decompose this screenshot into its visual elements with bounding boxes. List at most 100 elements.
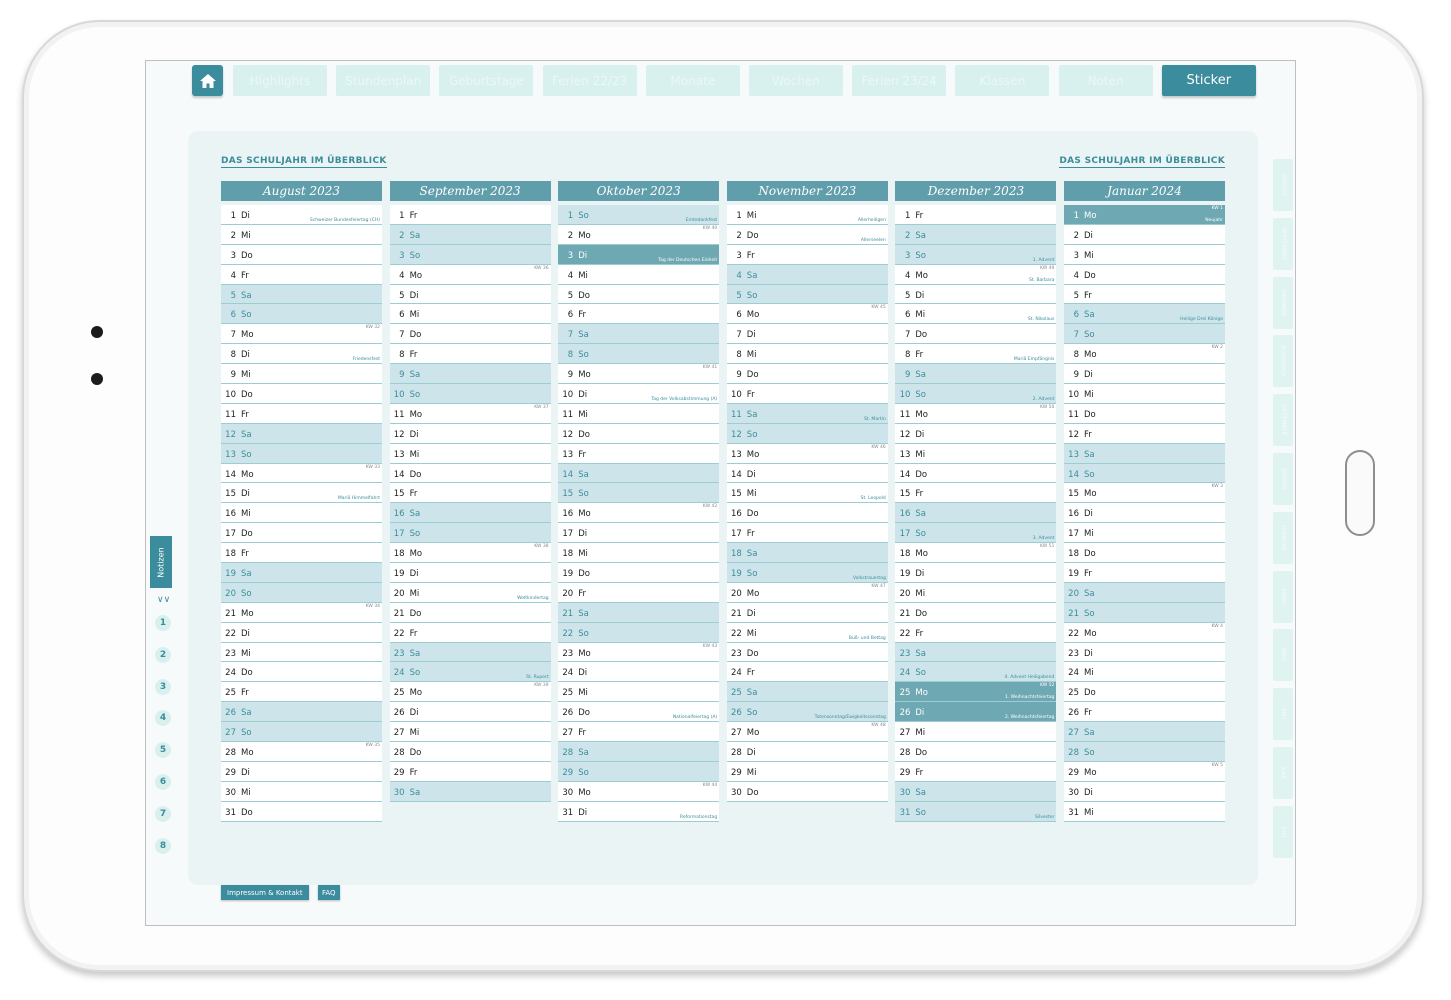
day-row[interactable]: 22 Fr [389, 622, 551, 643]
day-row[interactable]: 23 Mi [221, 642, 382, 663]
day-row[interactable]: 16 Di [1064, 503, 1225, 524]
side-tab-month[interactable]: AUGUST [1273, 159, 1293, 211]
day-row[interactable]: 19 Fr [1064, 563, 1225, 583]
day-row[interactable]: 26 So Totensonntag/Ewigkeitssonntag [726, 702, 888, 723]
day-row[interactable]: 23 Sa [895, 642, 1057, 663]
notes-page-link[interactable]: 1 [155, 615, 171, 631]
day-row[interactable]: 11 Mi [558, 403, 720, 424]
day-row[interactable]: 23 Do [726, 642, 888, 663]
day-row[interactable]: 7 Mo KW 32 [221, 324, 382, 345]
day-row[interactable]: 6 Fr [558, 304, 720, 325]
day-row[interactable]: 23 Di [1064, 642, 1225, 663]
day-row[interactable]: 30 Di [1064, 781, 1225, 802]
day-row[interactable]: 3 Fr [726, 244, 888, 265]
day-row[interactable]: 25 Do [1064, 682, 1225, 703]
day-row[interactable]: 31 So Silvester [895, 801, 1057, 822]
day-row[interactable]: 10 Mi [1064, 384, 1225, 404]
month-title[interactable]: November 2023 [726, 181, 888, 201]
day-row[interactable]: 15 Mi St. Leopold [726, 483, 888, 504]
day-row[interactable]: 29 Mi [726, 761, 888, 782]
day-row[interactable]: 12 Do [558, 423, 720, 444]
day-row[interactable]: 6 So [221, 304, 382, 325]
day-row[interactable]: 7 So [1064, 324, 1225, 345]
chevron-down-icon[interactable]: ∨∨ [157, 595, 170, 605]
day-row[interactable]: 13 Mi [389, 443, 551, 464]
day-row[interactable]: 8 Mo KW 2 [1064, 344, 1225, 365]
day-row[interactable]: 24 Mi [1064, 662, 1225, 683]
day-row[interactable]: 30 Mi [221, 781, 382, 802]
day-row[interactable]: 19 Do [558, 563, 720, 583]
day-row[interactable]: 16 Mi [221, 503, 382, 524]
day-row[interactable]: 27 Mi [895, 722, 1057, 743]
day-row[interactable]: 2 Do Allerseelen [726, 224, 888, 245]
day-row[interactable]: 29 Fr [389, 761, 551, 782]
day-row[interactable]: 9 Do [726, 364, 888, 385]
nav-tab-6[interactable]: Ferien 23/24 [852, 65, 947, 96]
day-row[interactable]: 24 So St. Rupert [389, 662, 551, 683]
day-row[interactable]: 2 Mo KW 40 [558, 224, 720, 245]
day-row[interactable]: 25 Fr [221, 682, 382, 703]
day-row[interactable]: 23 Mo KW 43 [558, 642, 720, 663]
side-tab-month[interactable]: MÄRZ [1273, 570, 1293, 623]
day-row[interactable]: 18 Mo KW 51 [895, 543, 1057, 564]
day-row[interactable]: 2 Sa [895, 224, 1057, 245]
day-row[interactable]: 3 So 1. Advent [895, 244, 1057, 265]
day-row[interactable]: 1 Di Schweizer Bundesfeiertag (CH) [221, 205, 382, 225]
side-tab-month[interactable]: OKTOBER [1273, 276, 1293, 329]
day-row[interactable]: 14 Di [726, 463, 888, 484]
day-row[interactable]: 5 Sa [221, 284, 382, 305]
day-row[interactable]: 8 Fr Mariä Empfängnis [895, 344, 1057, 365]
day-row[interactable]: 25 Mo KW 52 1. Weihnachtsfeiertag [895, 682, 1057, 703]
side-tab-month[interactable]: APRIL [1273, 629, 1293, 682]
day-row[interactable]: 16 Sa [895, 503, 1057, 524]
day-row[interactable]: 6 Mi St. Nikolaus [895, 304, 1057, 325]
day-row[interactable]: 16 Sa [389, 503, 551, 524]
day-row[interactable]: 8 So [558, 344, 720, 365]
day-row[interactable]: 9 Mi [221, 364, 382, 385]
day-row[interactable]: 3 Do [221, 244, 382, 265]
day-row[interactable]: 27 Sa [1064, 722, 1225, 743]
day-row[interactable]: 23 Sa [389, 642, 551, 663]
day-row[interactable]: 1 Fr [895, 205, 1057, 225]
day-row[interactable]: 20 Mi Weltkindertag [389, 582, 551, 603]
day-row[interactable]: 11 Do [1064, 403, 1225, 424]
day-row[interactable]: 21 Mo KW 34 [221, 602, 382, 623]
day-row[interactable]: 30 Do [726, 781, 888, 802]
day-row[interactable]: 31 Mi [1064, 801, 1225, 822]
day-row[interactable]: 14 Do [389, 463, 551, 484]
day-row[interactable]: 26 Fr [1064, 702, 1225, 723]
day-row[interactable]: 15 Fr [389, 483, 551, 504]
day-row[interactable]: 17 Do [221, 523, 382, 544]
tablet-home-button[interactable] [1345, 450, 1375, 536]
day-row[interactable]: 29 Fr [895, 761, 1057, 782]
day-row[interactable]: 30 Sa [389, 781, 551, 802]
day-row[interactable]: 7 Do [389, 324, 551, 345]
day-row[interactable]: 9 Sa [389, 364, 551, 385]
day-row[interactable]: 21 Do [389, 602, 551, 623]
day-row[interactable]: 12 Fr [1064, 423, 1225, 444]
day-row[interactable]: 18 Do [1064, 543, 1225, 564]
notes-page-link[interactable]: 5 [155, 742, 171, 759]
day-row[interactable]: 11 Sa St. Martin [726, 403, 888, 424]
day-row[interactable]: 13 So [221, 443, 382, 464]
day-row[interactable]: 11 Mo KW 37 [389, 403, 551, 424]
day-row[interactable]: 24 Do [221, 662, 382, 683]
day-row[interactable]: 17 So 3. Advent [895, 523, 1057, 544]
day-row[interactable]: 25 Mo KW 39 [389, 682, 551, 703]
day-row[interactable]: 26 Sa [221, 702, 382, 723]
month-title[interactable]: August 2023 [221, 181, 382, 201]
day-row[interactable]: 4 Fr [221, 264, 382, 285]
day-row[interactable]: 20 Sa [1064, 582, 1225, 603]
day-row[interactable]: 21 Di [726, 602, 888, 623]
day-row[interactable]: 11 Mo KW 50 [895, 403, 1057, 424]
day-row[interactable]: 19 Di [389, 563, 551, 583]
day-row[interactable]: 8 Mi [726, 344, 888, 365]
day-row[interactable]: 6 Sa Heilige Drei Könige [1064, 304, 1225, 325]
day-row[interactable]: 13 Sa [1064, 443, 1225, 464]
day-row[interactable]: 24 Fr [726, 662, 888, 683]
nav-tab-9[interactable]: Sticker [1161, 65, 1256, 96]
day-row[interactable]: 1 Mi Allerheiligen [726, 205, 888, 225]
side-tab-month[interactable]: MAI [1273, 688, 1293, 741]
day-row[interactable]: 3 So [389, 244, 551, 265]
day-row[interactable]: 9 Di [1064, 364, 1225, 385]
